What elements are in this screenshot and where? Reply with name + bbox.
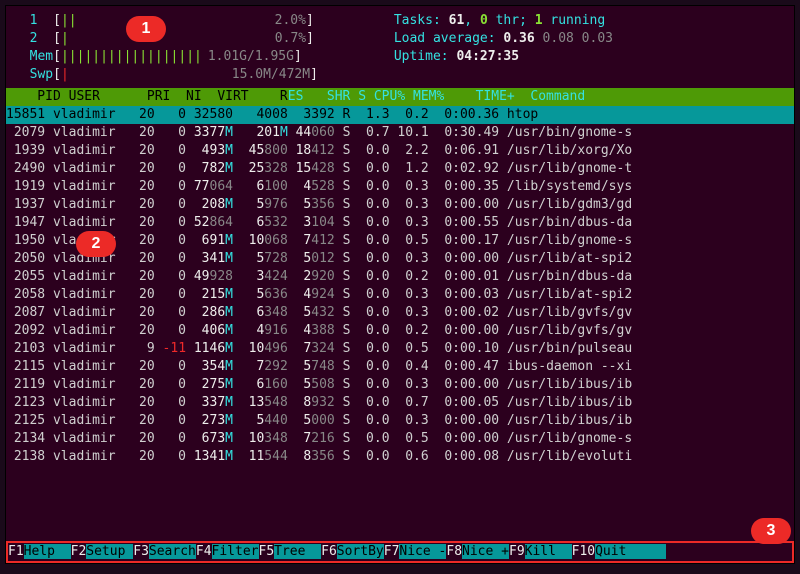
flabel-F9[interactable]: Kill <box>525 544 572 559</box>
table-row[interactable]: 2087 vladimir 20 0 286M 6348 5432 S 0.0 … <box>6 304 794 322</box>
fkey-F3[interactable]: F3 <box>133 544 149 559</box>
fkey-F8[interactable]: F8 <box>446 544 462 559</box>
table-row[interactable]: 1919 vladimir 20 0 77064 6100 4528 S 0.0… <box>6 178 794 196</box>
table-row[interactable]: 2125 vladimir 20 0 273M 5440 5000 S 0.0 … <box>6 412 794 430</box>
table-row[interactable]: 1939 vladimir 20 0 493M 45800 18412 S 0.… <box>6 142 794 160</box>
table-row[interactable]: 15851 vladimir 20 0 32580 4008 3392 R 1.… <box>6 106 794 124</box>
table-row[interactable]: 2103 vladimir 9 -11 1146M 10496 7324 S 0… <box>6 340 794 358</box>
callout-1: 1 <box>126 16 166 42</box>
process-table[interactable]: PID USER PRI NI VIRT RES SHR S CPU% MEM%… <box>6 88 794 466</box>
table-row[interactable]: 1937 vladimir 20 0 208M 5976 5356 S 0.0 … <box>6 196 794 214</box>
flabel-F5[interactable]: Tree <box>274 544 321 559</box>
flabel-F2[interactable]: Setup <box>86 544 133 559</box>
fkey-F1[interactable]: F1 <box>8 544 24 559</box>
callout-3: 3 <box>751 518 791 544</box>
table-row[interactable]: 2050 vladimir 20 0 341M 5728 5012 S 0.0 … <box>6 250 794 268</box>
fkey-F2[interactable]: F2 <box>71 544 87 559</box>
swp-meter: Swp[|15.0M/472M] <box>14 66 374 84</box>
fkey-F5[interactable]: F5 <box>259 544 275 559</box>
table-row[interactable]: 2490 vladimir 20 0 782M 25328 15428 S 0.… <box>6 160 794 178</box>
cpu1-meter: 1 [||2.0%] <box>14 12 374 30</box>
table-row[interactable]: 2119 vladimir 20 0 275M 6160 5508 S 0.0 … <box>6 376 794 394</box>
flabel-F8[interactable]: Nice + <box>462 544 509 559</box>
fkey-F7[interactable]: F7 <box>384 544 400 559</box>
table-row[interactable]: 2115 vladimir 20 0 354M 7292 5748 S 0.0 … <box>6 358 794 376</box>
table-row[interactable]: 2055 vladimir 20 0 49928 3424 2920 S 0.0… <box>6 268 794 286</box>
tasks-line: Tasks: 61, 0 thr; 1 running <box>394 12 613 30</box>
flabel-F10[interactable]: Quit <box>595 544 634 559</box>
table-row[interactable]: 2134 vladimir 20 0 673M 10348 7216 S 0.0… <box>6 430 794 448</box>
table-row[interactable]: 2138 vladimir 20 0 1341M 11544 8356 S 0.… <box>6 448 794 466</box>
flabel-F6[interactable]: SortBy <box>337 544 384 559</box>
fkey-F6[interactable]: F6 <box>321 544 337 559</box>
function-key-bar[interactable]: F1Help F2Setup F3SearchF4FilterF5Tree F6… <box>6 541 794 563</box>
uptime-line: Uptime: 04:27:35 <box>394 48 613 66</box>
flabel-F7[interactable]: Nice - <box>399 544 446 559</box>
htop-header: 1 [||2.0%] 2 [|0.7%] Mem[|||||||||||||||… <box>6 6 794 88</box>
mem-meter: Mem[||||||||||||||||||1.01G/1.95G] <box>14 48 374 66</box>
table-row[interactable]: 2123 vladimir 20 0 337M 13548 8932 S 0.0… <box>6 394 794 412</box>
flabel-F1[interactable]: Help <box>24 544 71 559</box>
cpu2-meter: 2 [|0.7%] <box>14 30 374 48</box>
callout-2: 2 <box>76 231 116 257</box>
table-row[interactable]: 1947 vladimir 20 0 52864 6532 3104 S 0.0… <box>6 214 794 232</box>
table-row[interactable]: 1950 vladimir 20 0 691M 10068 7412 S 0.0… <box>6 232 794 250</box>
fkey-F4[interactable]: F4 <box>196 544 212 559</box>
flabel-F4[interactable]: Filter <box>212 544 259 559</box>
fkey-F10[interactable]: F10 <box>572 544 595 559</box>
flabel-F3[interactable]: Search <box>149 544 196 559</box>
fkey-F9[interactable]: F9 <box>509 544 525 559</box>
table-row[interactable]: 2058 vladimir 20 0 215M 5636 4924 S 0.0 … <box>6 286 794 304</box>
table-row[interactable]: 2092 vladimir 20 0 406M 4916 4388 S 0.0 … <box>6 322 794 340</box>
table-row[interactable]: 2079 vladimir 20 0 3377M 201M 44060 S 0.… <box>6 124 794 142</box>
load-line: Load average: 0.36 0.08 0.03 <box>394 30 613 48</box>
table-header[interactable]: PID USER PRI NI VIRT RES SHR S CPU% MEM%… <box>6 88 794 106</box>
